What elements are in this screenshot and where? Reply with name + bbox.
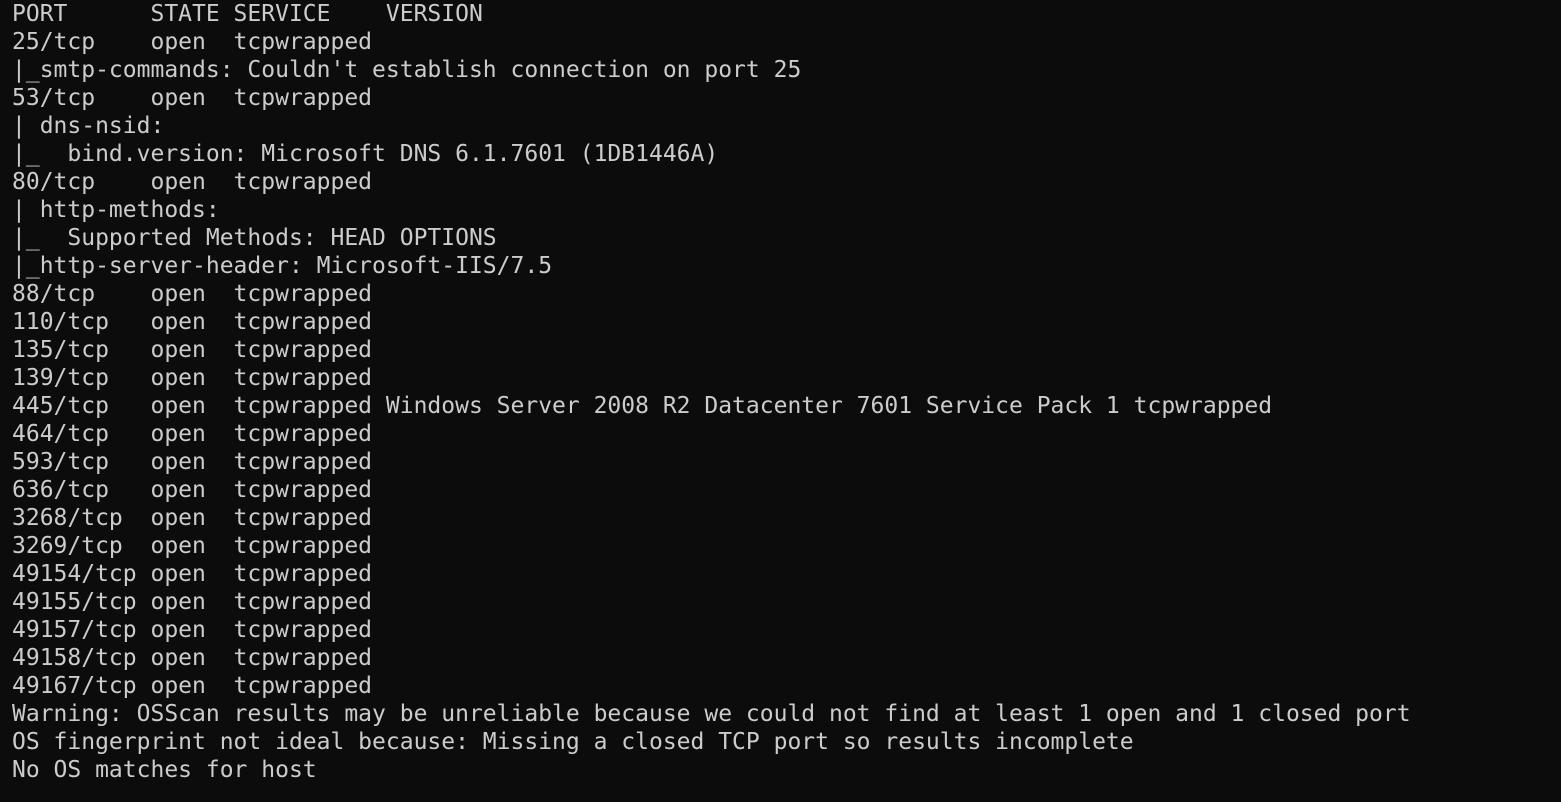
- terminal-line-port-49167: 49167/tcp open tcpwrapped: [12, 673, 373, 699]
- terminal-line-port-636: 636/tcp open tcpwrapped: [12, 477, 373, 503]
- terminal-line-dns-nsid: | dns-nsid:: [12, 113, 165, 139]
- terminal-line-port-110: 110/tcp open tcpwrapped: [12, 309, 373, 335]
- terminal-line-header: PORT STATE SERVICE VERSION: [12, 1, 483, 27]
- terminal-line-port-25: 25/tcp open tcpwrapped: [12, 29, 373, 55]
- terminal-line-port-49158: 49158/tcp open tcpwrapped: [12, 645, 373, 671]
- terminal-line-port-593: 593/tcp open tcpwrapped: [12, 449, 373, 475]
- terminal-line-port-445: 445/tcp open tcpwrapped Windows Server 2…: [12, 393, 1273, 419]
- terminal-line-http-server-header: |_http-server-header: Microsoft-IIS/7.5: [12, 253, 553, 279]
- terminal-line-port-135: 135/tcp open tcpwrapped: [12, 337, 373, 363]
- terminal-line-port-464: 464/tcp open tcpwrapped: [12, 421, 373, 447]
- terminal-line-port-49155: 49155/tcp open tcpwrapped: [12, 589, 373, 615]
- terminal-line-http-methods: | http-methods:: [12, 197, 220, 223]
- terminal-line-port-3269: 3269/tcp open tcpwrapped: [12, 533, 373, 559]
- terminal-line-no-os-matches: No OS matches for host: [12, 757, 317, 783]
- terminal-line-port-53: 53/tcp open tcpwrapped: [12, 85, 373, 111]
- terminal-line-port-49157: 49157/tcp open tcpwrapped: [12, 617, 373, 643]
- terminal-line-port-88: 88/tcp open tcpwrapped: [12, 281, 373, 307]
- terminal-line-smtp-commands: |_smtp-commands: Couldn't establish conn…: [12, 57, 802, 83]
- terminal-output[interactable]: PORT STATE SERVICE VERSION 25/tcp open t…: [0, 0, 1561, 802]
- terminal-line-port-80: 80/tcp open tcpwrapped: [12, 169, 373, 195]
- terminal-line-port-3268: 3268/tcp open tcpwrapped: [12, 505, 373, 531]
- terminal-line-os-fingerprint: OS fingerprint not ideal because: Missin…: [12, 729, 1134, 755]
- terminal-line-port-139: 139/tcp open tcpwrapped: [12, 365, 373, 391]
- terminal-line-port-49154: 49154/tcp open tcpwrapped: [12, 561, 373, 587]
- terminal-line-bind-version: |_ bind.version: Microsoft DNS 6.1.7601 …: [12, 141, 719, 167]
- terminal-line-supported-methods: |_ Supported Methods: HEAD OPTIONS: [12, 225, 497, 251]
- terminal-line-osscan-warning: Warning: OSScan results may be unreliabl…: [12, 701, 1411, 727]
